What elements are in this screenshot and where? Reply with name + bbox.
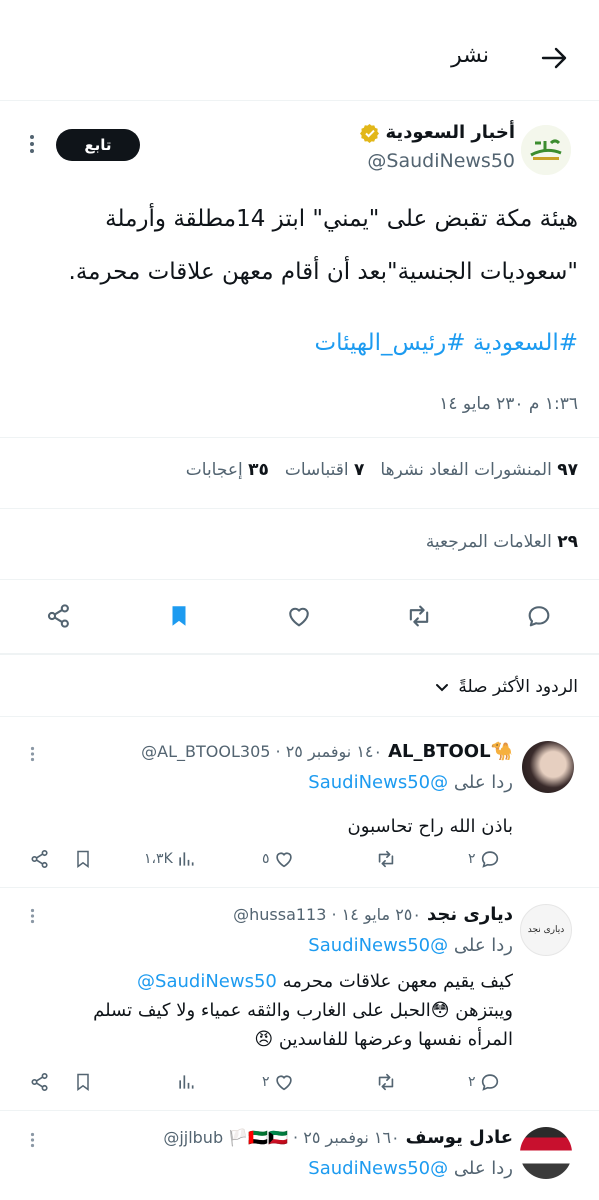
post-text-line: "سعوديات الجنسية"بعد أن أقام معهن علاقات… (68, 259, 578, 285)
like-icon (275, 852, 292, 868)
more-options-icon[interactable] (22, 744, 42, 764)
chevron-down-icon (434, 679, 450, 695)
reply-text: باذن الله راح تحاسبون (347, 816, 513, 837)
reply-views-action[interactable]: ١،٣K (144, 848, 196, 870)
reply-handle-meta: @AL_BTOOL305 · ١٤٠ نوفمبر ٢٥ (141, 742, 383, 761)
reposts-stat[interactable]: ٩٧ المنشورات الفعاد نشرها (380, 460, 578, 480)
post-text: هيئة مكة تقبض على "يمني" ابتز 14مطلقة وأ… (18, 193, 578, 299)
reply-share-action[interactable] (29, 848, 51, 870)
body-mention[interactable]: @SaudiNews50 (137, 971, 277, 992)
repost-icon (378, 850, 394, 868)
post-stats: ٩٧ المنشورات الفعاد نشرها ٧ اقتباسات ٣٥ … (186, 460, 578, 480)
reply-handle-meta: @jjlbub 🏳️🇦🇪🇰🇼 · ١٦٠ نوفمبر ٢٥ (163, 1128, 400, 1147)
views-icon (179, 1075, 194, 1089)
divider (0, 579, 599, 580)
like-icon (275, 1075, 292, 1091)
post-author-handle[interactable]: @SaudiNews50 (367, 150, 515, 172)
reply-to-line: ردا على @SaudiNews50 (308, 1158, 513, 1179)
post-timestamp[interactable]: ١:٣٦ م ٢٣٠ مايو ١٤ (439, 394, 578, 414)
reply-repost-action[interactable] (374, 1071, 398, 1093)
reply-icon (481, 851, 498, 868)
reply-bookmark-action[interactable] (73, 1071, 93, 1093)
header-divider (0, 100, 599, 101)
divider (0, 653, 599, 655)
divider (0, 716, 599, 717)
share-icon (31, 850, 48, 868)
akhbar-logo-icon (521, 125, 571, 175)
reply-bookmark-action[interactable] (73, 848, 93, 870)
more-options-icon[interactable] (22, 906, 42, 926)
reply-author-name[interactable]: AL_BTOOL🐪 (388, 741, 513, 762)
reply-to-line: ردا على @SaudiNews50 (308, 772, 513, 793)
reply-views-action[interactable] (176, 1071, 196, 1093)
reply-icon (481, 1074, 498, 1091)
divider (0, 437, 599, 438)
replies-sort-label: الردود الأكثر صلةً (458, 677, 578, 697)
post-author-avatar[interactable] (521, 125, 571, 175)
post-hashtags[interactable]: #السعودية #رئيس_الهيئات (314, 330, 578, 356)
divider (0, 887, 599, 888)
bookmark-icon (77, 1073, 89, 1091)
reply-avatar[interactable] (520, 1127, 572, 1179)
repost-icon[interactable] (403, 600, 435, 632)
views-icon (179, 852, 194, 866)
reply-to-mention[interactable]: @SaudiNews50 (308, 772, 448, 793)
reply-repost-action[interactable] (374, 848, 398, 870)
reply-share-action[interactable] (29, 1071, 51, 1093)
reply-like-action[interactable]: ٥ (262, 848, 295, 870)
reply-reply-action[interactable]: ٢ (468, 848, 501, 870)
reply-avatar[interactable] (522, 741, 574, 793)
reply-to-mention[interactable]: @SaudiNews50 (308, 1158, 448, 1179)
bookmark-icon (77, 850, 89, 868)
post-author-name-row: أخبار السعودية (359, 122, 515, 143)
reply-like-action[interactable]: ٢ (262, 1071, 295, 1093)
bookmarks-stat[interactable]: ٢٩ العلامات المرجعية (426, 532, 578, 552)
replies-sort-dropdown[interactable]: الردود الأكثر صلةً (434, 677, 578, 697)
back-arrow-icon[interactable] (536, 40, 572, 76)
quotes-stat[interactable]: ٧ اقتباسات (285, 460, 365, 480)
repost-icon (378, 1073, 394, 1091)
post-actions (0, 592, 599, 640)
likes-stat[interactable]: ٣٥ إعجابات (186, 460, 269, 480)
more-options-icon[interactable] (22, 1130, 42, 1150)
reply-handle-meta: @hussa113 · ٢٥٠ مايو ١٤ (233, 905, 421, 924)
post-author-name[interactable]: أخبار السعودية (386, 122, 515, 143)
divider (0, 508, 599, 509)
divider (0, 1110, 599, 1111)
reply-avatar[interactable]: ديارى نجد (520, 904, 572, 956)
bookmark-filled-icon[interactable] (163, 600, 195, 632)
share-icon[interactable] (43, 600, 75, 632)
reply-text: @SaudiNews50 كيف يقيم معهن علاقات محرمه … (93, 971, 513, 1050)
reply-icon[interactable] (523, 600, 555, 632)
reply-author-name[interactable]: ديارى نجد (427, 904, 513, 925)
follow-button[interactable]: تابع (56, 129, 140, 161)
more-options-icon[interactable] (20, 132, 44, 156)
share-icon (31, 1073, 48, 1091)
page-title: نشر (451, 43, 489, 68)
like-icon[interactable] (283, 600, 315, 632)
reply-to-line: ردا على @SaudiNews50 (308, 935, 513, 956)
reply-author-name[interactable]: عادل يوسف (406, 1127, 513, 1148)
post-text-line: هيئة مكة تقبض على "يمني" ابتز 14مطلقة وأ… (105, 206, 578, 232)
reply-reply-action[interactable]: ٢ (468, 1071, 501, 1093)
reply-to-mention[interactable]: @SaudiNews50 (308, 935, 448, 956)
verified-badge-icon (359, 123, 380, 143)
avatar-logo-text: ديارى نجد (527, 925, 565, 935)
